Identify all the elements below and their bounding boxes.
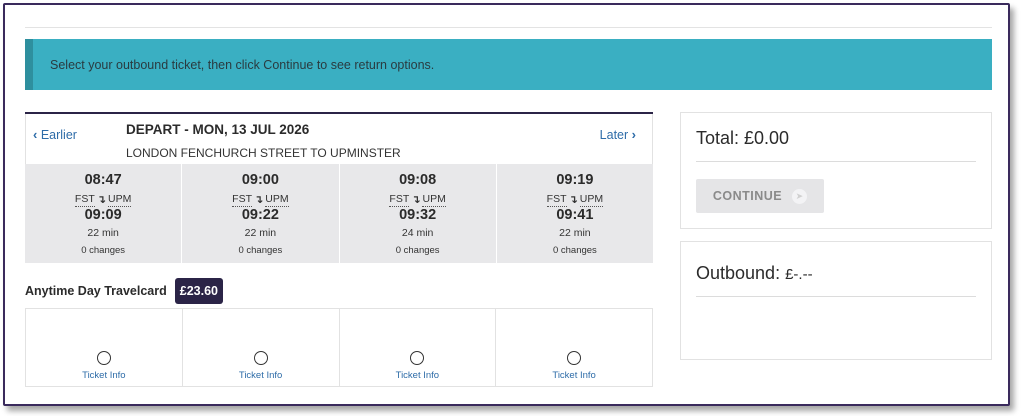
total-summary: Total: £0.00 CONTINUE ➤ [680, 112, 992, 229]
curved-arrow-down-icon: ↴ [411, 193, 421, 206]
ticket-cell-1: Ticket Info [26, 309, 183, 386]
duration: 22 min [244, 227, 277, 239]
journey-selector: ‹ Earlier DEPART - MON, 13 JUL 2026 LOND… [25, 112, 653, 263]
train-option-2[interactable]: 09:00 FST ↴ UPM 09:22 22 min 0 changes [182, 164, 340, 263]
changes: 0 changes [238, 245, 283, 256]
fare-name: Anytime Day Travelcard [25, 284, 167, 298]
depart-time: 09:08 [399, 172, 437, 188]
ticket-info-link[interactable]: Ticket Info [552, 370, 595, 381]
depart-title: DEPART - MON, 13 JUL 2026 [126, 122, 310, 137]
duration: 24 min [401, 227, 434, 239]
changes: 0 changes [395, 245, 440, 256]
outbound-heading: Outbound: £-.-- [696, 263, 813, 284]
ticket-radio-4[interactable] [567, 351, 582, 365]
ticket-info-link[interactable]: Ticket Info [396, 370, 439, 381]
to-station: UPM [579, 193, 604, 207]
route-title: LONDON FENCHURCH STREET TO UPMINSTER [126, 146, 401, 160]
train-option-1[interactable]: 08:47 FST ↴ UPM 09:09 22 min 0 changes [25, 164, 183, 263]
total-label: Total: £0.00 [696, 128, 790, 148]
journey-header: ‹ Earlier DEPART - MON, 13 JUL 2026 LOND… [25, 114, 653, 164]
to-station: UPM [265, 193, 289, 207]
arrive-time: 09:41 [556, 207, 594, 223]
from-station: FST [232, 193, 253, 207]
depart-time: 09:00 [241, 172, 279, 188]
station-codes: FST ↴ UPM [74, 192, 132, 207]
from-station: FST [546, 193, 567, 207]
train-option-3[interactable]: 09:08 FST ↴ UPM 09:32 24 min 0 changes [340, 164, 497, 263]
ticket-info-link[interactable]: Ticket Info [82, 370, 125, 381]
duration: 22 min [87, 227, 119, 239]
outbound-value: £-.-- [785, 266, 813, 283]
station-codes: FST ↴ UPM [389, 192, 446, 207]
station-codes: FST ↴ UPM [546, 192, 604, 207]
ticket-options: Ticket Info Ticket Info Ticket Info Tick… [25, 308, 653, 387]
curved-arrow-down-icon: ↴ [254, 193, 264, 206]
arrive-time: 09:09 [84, 207, 122, 223]
from-station: FST [74, 193, 95, 207]
changes: 0 changes [552, 245, 597, 256]
ticket-cell-2: Ticket Info [183, 309, 340, 386]
ticket-cell-4: Ticket Info [496, 309, 652, 386]
ticket-cell-3: Ticket Info [340, 309, 497, 386]
changes: 0 changes [81, 245, 126, 256]
from-station: FST [389, 193, 410, 207]
continue-label: CONTINUE [712, 189, 783, 203]
depart-time: 08:47 [84, 172, 122, 188]
earlier-label: Earlier [40, 128, 77, 142]
later-label: Later [599, 128, 629, 142]
ticket-radio-3[interactable] [410, 351, 425, 365]
outbound-summary: Outbound: £-.-- [680, 241, 992, 360]
booking-panel: Select your outbound ticket, then click … [3, 3, 1010, 406]
chevron-left-icon: ‹ [33, 127, 38, 142]
info-banner: Select your outbound ticket, then click … [25, 39, 992, 90]
continue-button[interactable]: CONTINUE ➤ [696, 179, 824, 213]
train-list: 08:47 FST ↴ UPM 09:09 22 min 0 changes 0… [25, 164, 653, 263]
divider [696, 296, 976, 297]
to-station: UPM [422, 193, 446, 207]
outbound-label: Outbound: [696, 263, 781, 283]
divider [696, 161, 976, 162]
earlier-button[interactable]: ‹ Earlier [33, 127, 77, 142]
arrow-right-circle-icon: ➤ [792, 188, 808, 204]
curved-arrow-down-icon: ↴ [568, 193, 578, 206]
curved-arrow-down-icon: ↴ [96, 193, 106, 206]
to-station: UPM [107, 193, 132, 207]
chevron-right-icon: › [631, 127, 636, 142]
arrive-time: 09:32 [399, 207, 437, 223]
duration: 22 min [559, 227, 591, 239]
ticket-radio-1[interactable] [96, 351, 111, 365]
arrive-time: 09:22 [241, 207, 279, 223]
later-button[interactable]: Later › [600, 127, 636, 142]
ticket-radio-2[interactable] [253, 351, 268, 365]
fare-price-badge: £23.60 [174, 278, 223, 304]
station-codes: FST ↴ UPM [232, 192, 289, 207]
depart-time: 09:19 [556, 172, 594, 188]
train-option-4[interactable]: 09:19 FST ↴ UPM 09:41 22 min 0 changes [497, 164, 653, 263]
divider [25, 27, 992, 28]
banner-text: Select your outbound ticket, then click … [50, 57, 435, 72]
ticket-info-link[interactable]: Ticket Info [239, 370, 282, 381]
fare-header: Anytime Day Travelcard £23.60 [25, 278, 223, 304]
